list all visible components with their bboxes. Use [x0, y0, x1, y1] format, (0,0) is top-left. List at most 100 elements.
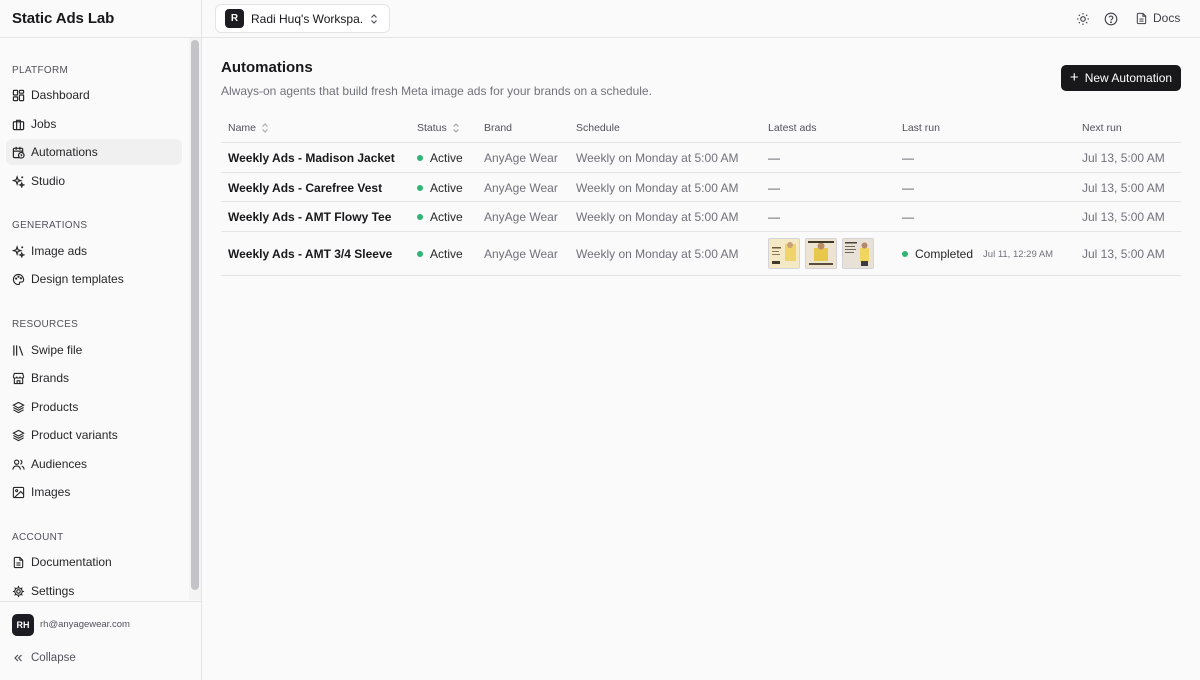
- column-label: Status: [417, 122, 447, 134]
- ad-thumbnail[interactable]: [768, 238, 800, 269]
- dashboard-icon: [12, 89, 25, 102]
- divider: [0, 37, 202, 38]
- last-run-cell: —: [902, 151, 914, 165]
- column-header-last-run: Last run: [902, 122, 940, 134]
- column-header-latest-ads: Latest ads: [768, 122, 817, 134]
- schedule-cell: Weekly on Monday at 5:00 AM: [576, 247, 739, 261]
- table-row[interactable]: Weekly Ads - Carefree Vest Active AnyAge…: [221, 173, 1181, 202]
- user-menu[interactable]: RH rh@anyagewear.com: [0, 601, 201, 645]
- docs-link[interactable]: Docs: [1135, 11, 1180, 25]
- column-label: Name: [228, 122, 257, 134]
- status-dot: [417, 155, 423, 161]
- app-title: Static Ads Lab: [12, 10, 115, 27]
- sidebar-item-label: Brands: [31, 371, 70, 385]
- sun-icon[interactable]: [1076, 12, 1090, 26]
- ad-thumbnail[interactable]: [842, 238, 874, 269]
- section-label-resources: RESOURCES: [12, 319, 79, 330]
- sidebar-item-label: Audiences: [31, 457, 88, 471]
- briefcase-icon: [12, 118, 25, 131]
- brand-cell: AnyAge Wear: [484, 210, 558, 224]
- status-dot: [417, 185, 423, 191]
- status-badge: Active: [417, 151, 463, 165]
- sidebar-item-dashboard[interactable]: Dashboard: [6, 82, 182, 108]
- page-subtitle: Always-on agents that build fresh Meta i…: [221, 84, 652, 98]
- last-run-time: Jul 11, 12:29 AM: [983, 248, 1054, 260]
- status-badge: Active: [417, 210, 463, 224]
- sidebar-item-product-variants[interactable]: Product variants: [6, 422, 182, 448]
- new-automation-button[interactable]: + New Automation: [1061, 65, 1181, 91]
- last-run-cell: —: [902, 181, 914, 195]
- status-badge: Active: [417, 181, 463, 195]
- store-icon: [12, 372, 25, 385]
- sidebar-item-image-ads[interactable]: Image ads: [6, 238, 182, 264]
- sidebar-item-label: Product variants: [31, 428, 118, 442]
- schedule-cell: Weekly on Monday at 5:00 AM: [576, 210, 739, 224]
- sidebar-item-documentation[interactable]: Documentation: [6, 549, 182, 575]
- next-run-cell: Jul 13, 5:00 AM: [1082, 181, 1165, 195]
- status-dot: [902, 251, 908, 257]
- workspace-name: Radi Huq's Workspa...: [251, 11, 363, 26]
- top-bar: R Radi Huq's Workspa... Docs: [202, 0, 1200, 38]
- ad-thumbnail[interactable]: [805, 238, 837, 269]
- latest-ads-cell: —: [768, 181, 780, 195]
- automation-name[interactable]: Weekly Ads - Carefree Vest: [228, 181, 382, 195]
- schedule-cell: Weekly on Monday at 5:00 AM: [576, 151, 739, 165]
- status-badge: Active: [417, 247, 463, 261]
- sidebar-item-jobs[interactable]: Jobs: [6, 111, 182, 137]
- docs-label: Docs: [1153, 11, 1181, 25]
- automation-name[interactable]: Weekly Ads - AMT Flowy Tee: [228, 210, 391, 224]
- sidebar-item-brands[interactable]: Brands: [6, 365, 182, 391]
- sidebar-scrollbar-thumb[interactable]: [191, 40, 199, 590]
- latest-ads-thumbnails: [768, 238, 879, 269]
- last-run-cell: Completed Jul 11, 12:29 AM: [902, 247, 1053, 261]
- column-header-name[interactable]: Name: [228, 122, 269, 134]
- next-run-cell: Jul 13, 5:00 AM: [1082, 210, 1165, 224]
- column-header-brand: Brand: [484, 122, 513, 134]
- next-run-cell: Jul 13, 5:00 AM: [1082, 151, 1165, 165]
- sidebar-item-label: Automations: [31, 145, 98, 159]
- sort-icon: [262, 123, 268, 133]
- schedule-cell: Weekly on Monday at 5:00 AM: [576, 181, 739, 195]
- help-circle-icon[interactable]: [1104, 12, 1118, 26]
- workspace-switcher[interactable]: R Radi Huq's Workspa...: [215, 4, 390, 33]
- users-icon: [12, 458, 25, 471]
- new-automation-label: New Automation: [1084, 71, 1173, 85]
- latest-ads-cell: —: [768, 210, 780, 224]
- sidebar-item-label: Design templates: [31, 272, 124, 286]
- sidebar-item-images[interactable]: Images: [6, 479, 182, 505]
- chevrons-left-icon: [14, 654, 22, 662]
- status-dot: [417, 251, 423, 257]
- status-label: Active: [430, 247, 463, 261]
- sidebar-item-automations[interactable]: Automations: [6, 139, 182, 165]
- plus-icon: +: [1069, 69, 1079, 86]
- layers-icon: [12, 401, 25, 414]
- status-dot: [417, 214, 423, 220]
- workspace-badge: R: [225, 9, 244, 28]
- sidebar-item-products[interactable]: Products: [6, 394, 182, 420]
- status-label: Active: [430, 151, 463, 165]
- automation-name[interactable]: Weekly Ads - AMT 3/4 Sleeve: [228, 247, 392, 261]
- column-header-status[interactable]: Status: [417, 122, 460, 134]
- layers-icon: [12, 429, 25, 442]
- table-header: Name Status Brand Schedule Latest ads La…: [221, 113, 1181, 143]
- sidebar-item-design-templates[interactable]: Design templates: [6, 266, 182, 292]
- sidebar-item-swipe-file[interactable]: Swipe file: [6, 337, 182, 363]
- file-text-icon: [1136, 12, 1147, 24]
- avatar: RH: [12, 614, 34, 636]
- table-row[interactable]: Weekly Ads - AMT 3/4 Sleeve Active AnyAg…: [221, 232, 1181, 276]
- status-label: Active: [430, 181, 463, 195]
- sidebar-item-audiences[interactable]: Audiences: [6, 451, 182, 477]
- library-icon: [12, 344, 25, 357]
- collapse-button[interactable]: Collapse: [12, 652, 76, 664]
- table-row[interactable]: Weekly Ads - AMT Flowy Tee Active AnyAge…: [221, 202, 1181, 232]
- column-header-next-run: Next run: [1082, 122, 1122, 134]
- sidebar-item-label: Studio: [31, 174, 66, 188]
- brand-cell: AnyAge Wear: [484, 247, 558, 261]
- automation-name[interactable]: Weekly Ads - Madison Jacket: [228, 151, 395, 165]
- latest-ads-cell: —: [768, 151, 780, 165]
- sidebar-item-studio[interactable]: Studio: [6, 168, 182, 194]
- palette-icon: [12, 273, 25, 286]
- brand-cell: AnyAge Wear: [484, 151, 558, 165]
- sidebar: Static Ads Lab PLATFORM Dashboard Jobs A…: [0, 0, 202, 680]
- table-row[interactable]: Weekly Ads - Madison Jacket Active AnyAg…: [221, 143, 1181, 173]
